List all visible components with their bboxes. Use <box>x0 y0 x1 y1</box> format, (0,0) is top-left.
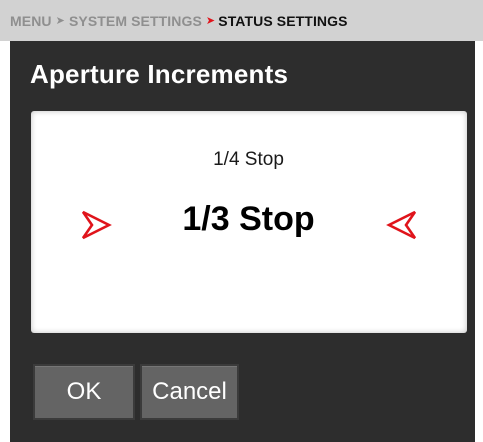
cancel-button[interactable]: Cancel <box>140 364 239 420</box>
breadcrumb-item-menu[interactable]: MENU <box>10 13 52 29</box>
red-arrow-left-icon[interactable] <box>386 209 418 246</box>
breadcrumb-item-status-settings: STATUS SETTINGS <box>218 12 348 29</box>
breadcrumb-separator-icon: ➤ <box>55 15 65 27</box>
breadcrumb: MENU ➤ SYSTEM SETTINGS ➤ STATUS SETTINGS <box>0 0 483 41</box>
status-settings-screen: MENU ➤ SYSTEM SETTINGS ➤ STATUS SETTINGS… <box>0 0 483 442</box>
dialog-title: Aperture Increments <box>30 59 289 89</box>
red-arrow-right-icon[interactable] <box>80 209 112 246</box>
ok-button[interactable]: OK <box>33 364 135 420</box>
previous-option[interactable]: 1/4 Stop <box>0 149 483 171</box>
breadcrumb-item-system-settings[interactable]: SYSTEM SETTINGS <box>69 13 202 29</box>
breadcrumb-separator-active-icon: ➤ <box>205 15 216 27</box>
